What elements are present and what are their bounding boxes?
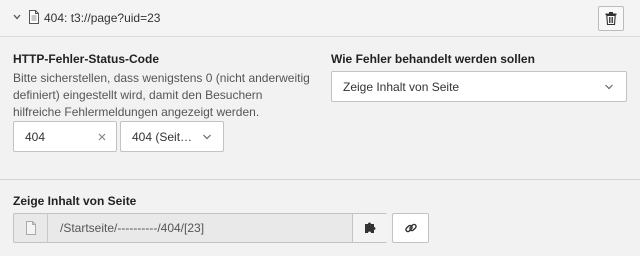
delete-button[interactable] <box>598 6 624 31</box>
status-code-select[interactable]: 404 (Seit… <box>120 121 224 152</box>
element-browser-button[interactable] <box>352 214 387 242</box>
trash-icon <box>605 12 617 25</box>
handling-select[interactable]: Zeige Inhalt von Seite <box>331 71 627 102</box>
chevron-down-icon <box>605 84 613 90</box>
status-code-label: HTTP-Fehler-Status-Code <box>13 52 160 66</box>
record-title[interactable]: 404: t3://page?uid=23 <box>44 10 160 26</box>
handling-select-value: Zeige Inhalt von Seite <box>343 80 460 94</box>
status-code-input-value: 404 <box>25 130 46 144</box>
chevron-down-icon[interactable] <box>13 11 21 23</box>
link-button[interactable] <box>392 213 429 243</box>
show-page-label: Zeige Inhalt von Seite <box>13 194 137 208</box>
page-path: /Startseite/----------/404/[23] <box>60 221 205 235</box>
puzzle-icon <box>365 222 376 233</box>
chevron-down-icon <box>203 134 211 140</box>
status-code-input[interactable]: 404 <box>13 121 117 152</box>
document-icon <box>25 221 36 235</box>
handling-label: Wie Fehler behandelt werden sollen <box>331 52 535 66</box>
link-icon <box>404 223 417 233</box>
document-icon <box>29 10 39 24</box>
status-code-select-value: 404 (Seit… <box>132 130 193 144</box>
record-header: 404: t3://page?uid=23 <box>0 0 640 37</box>
page-reference-field: /Startseite/----------/404/[23] <box>13 213 387 243</box>
page-doc-area <box>14 214 48 242</box>
clear-icon[interactable] <box>97 132 107 142</box>
status-code-help: Bitte sicherstellen, dass wenigstens 0 (… <box>13 71 310 119</box>
